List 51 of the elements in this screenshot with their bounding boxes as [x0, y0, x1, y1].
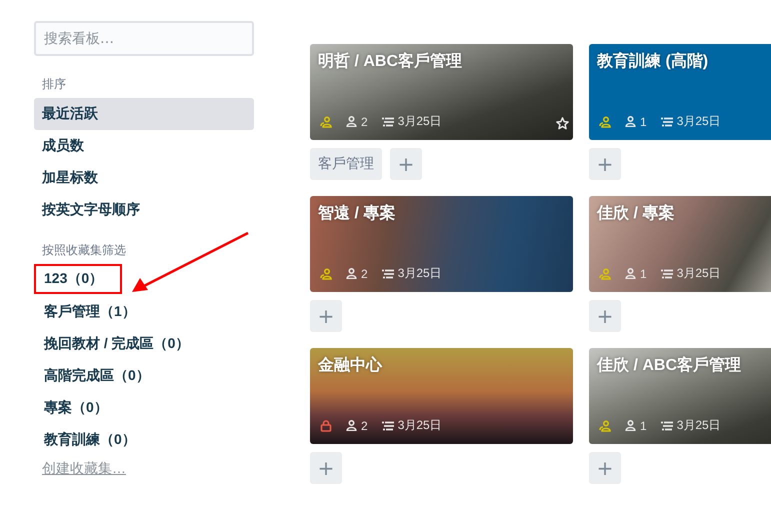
sort-option[interactable]: 按英文字母顺序: [34, 194, 254, 226]
person-icon: [346, 268, 357, 279]
collection-filter[interactable]: 客戶管理（1）: [34, 296, 146, 328]
board-title: 金融中心: [318, 356, 384, 376]
activity-icon: [382, 420, 394, 430]
person-icon: [346, 116, 357, 127]
member-count: 2: [361, 266, 368, 280]
collection-filter[interactable]: 高階完成區（0）: [34, 360, 160, 392]
activity-date: 3月25日: [398, 113, 442, 130]
board-tile-photo[interactable]: 佳欣 / ABC客戶管理 1 3月25日: [589, 348, 771, 444]
activity-icon: [660, 268, 673, 278]
board-tile-photo[interactable]: 明哲 / ABC客戶管理 2 3月25日: [310, 44, 573, 140]
board-title: 教育訓練 (高階): [597, 52, 710, 72]
member-count: 1: [640, 114, 647, 128]
activity-icon: [660, 420, 673, 430]
board-tile-photo[interactable]: 智遠 / 專案 2 3月25日: [310, 196, 573, 292]
board-tile-photo[interactable]: 金融中心 2 3月25日: [310, 348, 573, 444]
board-title: 佳欣 / ABC客戶管理: [597, 356, 742, 376]
board-tile-photo[interactable]: 佳欣 / 專案 1 3月25日: [589, 196, 771, 292]
activity-icon: [382, 268, 394, 278]
board-title: 智遠 / 專案: [318, 204, 396, 224]
sort-option[interactable]: 最近活跃: [34, 98, 254, 130]
activity-date: 3月25日: [676, 417, 721, 434]
collection-tag[interactable]: 客戶管理: [310, 148, 382, 180]
activity-date: 3月25日: [398, 265, 442, 282]
person-icon: [625, 116, 636, 127]
person-icon: [625, 420, 636, 431]
activity-date: 3月25日: [398, 417, 442, 434]
section-heading: 按照收藏集筛选: [42, 242, 127, 258]
collection-filter[interactable]: 挽回教材 / 完成區（0）: [34, 328, 200, 360]
person-icon: [346, 420, 357, 431]
search-field[interactable]: 搜索看板…: [34, 21, 254, 56]
member-count: 2: [361, 418, 368, 432]
section-heading: 排序: [42, 76, 67, 92]
sort-option[interactable]: 成员数: [34, 130, 254, 162]
member-count: 1: [640, 418, 647, 432]
board-tile[interactable]: 教育訓練 (高階) 1 3月25日: [589, 44, 771, 140]
collection-filter[interactable]: 專案（0）: [34, 392, 118, 424]
board-title: 佳欣 / 專案: [597, 204, 676, 224]
activity-icon: [660, 116, 673, 126]
collection-filter[interactable]: 123（0）: [34, 264, 122, 294]
sort-option[interactable]: 加星标数: [34, 162, 254, 194]
activity-icon: [382, 116, 394, 126]
member-count: 1: [640, 266, 647, 280]
member-count: 2: [361, 114, 368, 128]
star-icon[interactable]: [556, 117, 569, 130]
activity-date: 3月25日: [676, 113, 721, 130]
collection-filter[interactable]: 教育訓練（0）: [34, 424, 146, 456]
board-title: 明哲 / ABC客戶管理: [318, 52, 463, 72]
person-icon: [625, 268, 636, 279]
activity-date: 3月25日: [676, 265, 721, 282]
